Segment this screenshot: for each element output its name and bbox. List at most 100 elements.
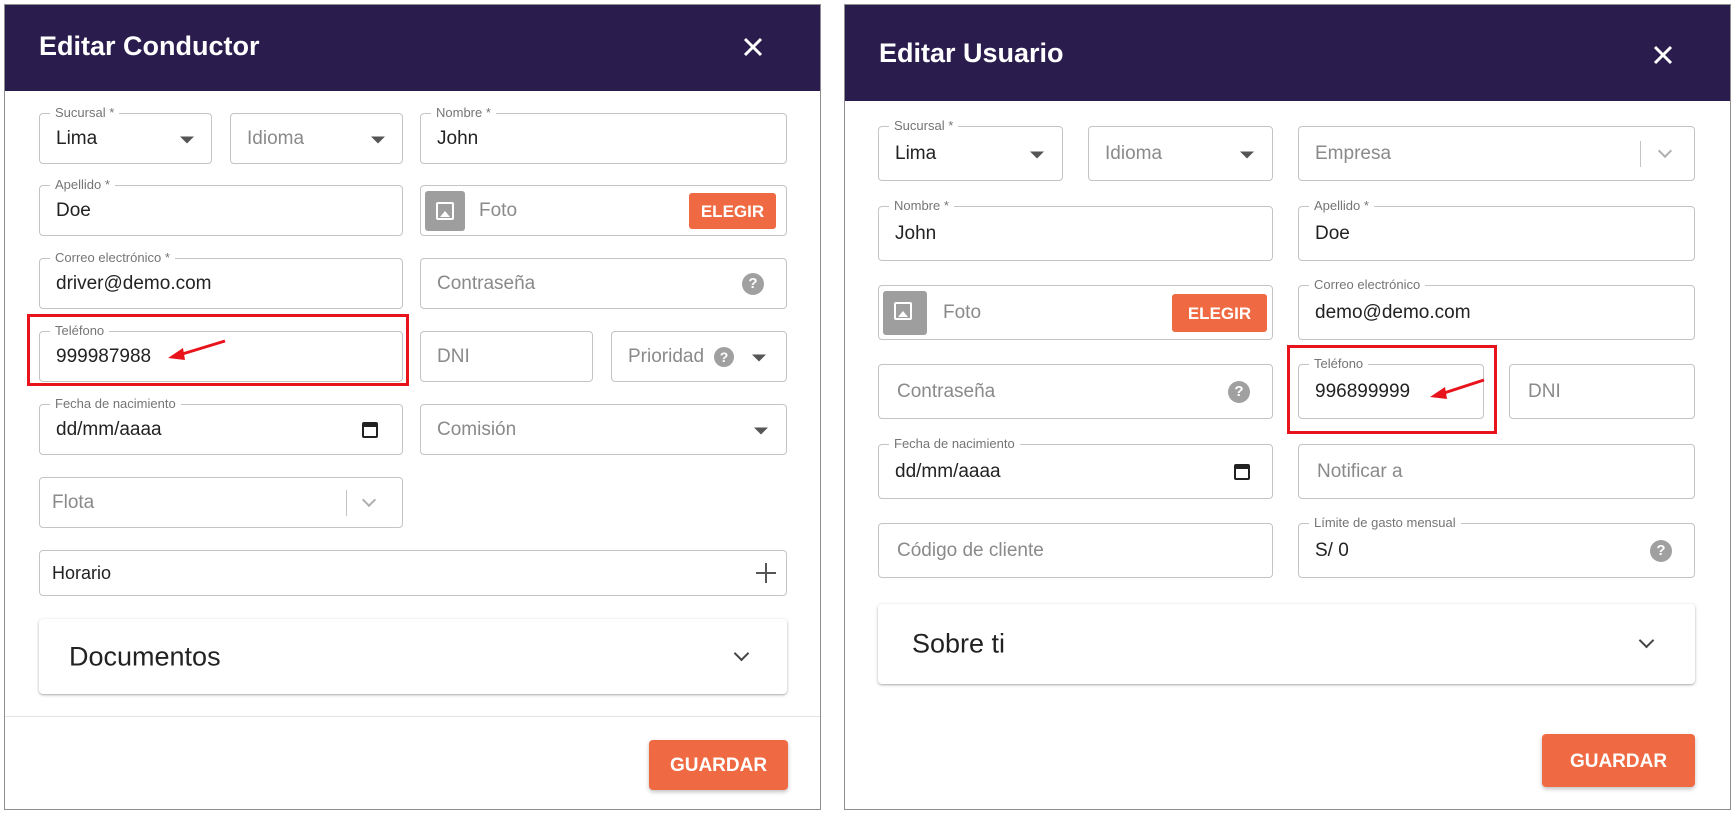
chevron-down-icon: [1657, 143, 1673, 158]
commission-placeholder: Comisión: [437, 418, 517, 440]
birth-date-label: Fecha de nacimiento: [50, 396, 181, 412]
first-name-label: Nombre *: [431, 105, 496, 121]
language-select[interactable]: Idioma: [230, 113, 403, 164]
dialog-title: Editar Conductor: [39, 31, 260, 61]
phone-value: 996899999: [1315, 380, 1411, 402]
last-name-input[interactable]: Apellido * Doe: [1298, 198, 1695, 261]
spending-limit-value: S/ 0: [1315, 539, 1349, 561]
caret-down-icon: [180, 136, 194, 144]
caret-down-icon: [754, 427, 768, 435]
phone-input[interactable]: Teléfono 999987988: [39, 323, 403, 382]
first-name-input[interactable]: Nombre * John: [420, 105, 787, 164]
dni-placeholder: DNI: [437, 345, 470, 367]
email-input[interactable]: Correo electrónico demo@demo.com: [1298, 277, 1695, 340]
birth-date-input[interactable]: Fecha de nacimiento dd/mm/aaaa: [39, 396, 403, 455]
phone-label: Teléfono: [1309, 356, 1369, 372]
about-title: Sobre ti: [912, 628, 1006, 659]
last-name-value: Doe: [56, 199, 91, 221]
choose-photo-button[interactable]: ELEGIR: [1172, 293, 1267, 332]
image-icon: [883, 290, 927, 335]
branch-select[interactable]: Sucursal * Lima: [878, 118, 1063, 181]
about-accordion[interactable]: Sobre ti: [878, 604, 1695, 684]
email-input[interactable]: Correo electrónico * driver@demo.com: [39, 250, 403, 309]
email-value: demo@demo.com: [1315, 301, 1471, 323]
help-icon[interactable]: ?: [1228, 380, 1250, 403]
first-name-label: Nombre *: [889, 198, 954, 214]
last-name-label: Apellido *: [50, 177, 115, 193]
caret-down-icon: [752, 354, 766, 362]
help-icon[interactable]: ?: [742, 272, 764, 295]
dni-input[interactable]: DNI: [1509, 364, 1695, 419]
fleet-select[interactable]: Flota: [39, 477, 403, 528]
password-input[interactable]: Contraseña ?: [878, 364, 1273, 419]
calendar-icon[interactable]: [1234, 463, 1250, 480]
company-placeholder: Empresa: [1315, 142, 1392, 164]
dialog-header: Editar Conductor: [5, 5, 820, 91]
chevron-down-icon[interactable]: [733, 645, 750, 661]
photo-field[interactable]: Foto ELEGIR: [878, 285, 1273, 340]
branch-label: Sucursal *: [889, 118, 959, 134]
first-name-value: John: [895, 222, 937, 244]
client-code-input[interactable]: Código de cliente: [878, 523, 1273, 578]
spending-limit-label: Límite de gasto mensual: [1309, 515, 1461, 531]
email-label: Correo electrónico: [1309, 277, 1426, 293]
first-name-value: John: [437, 127, 479, 149]
company-select[interactable]: Empresa: [1298, 126, 1695, 181]
dni-input[interactable]: DNI: [420, 331, 593, 382]
photo-placeholder: Foto: [943, 301, 982, 323]
documents-accordion[interactable]: Documentos: [39, 619, 787, 694]
password-input[interactable]: Contraseña ?: [420, 258, 787, 309]
branch-label: Sucursal *: [50, 105, 120, 121]
add-icon[interactable]: [756, 563, 776, 583]
first-name-input[interactable]: Nombre * John: [878, 198, 1273, 261]
branch-select[interactable]: Sucursal * Lima: [39, 105, 212, 164]
select-divider: [1640, 140, 1641, 167]
language-placeholder: Idioma: [247, 127, 305, 149]
language-select[interactable]: Idioma: [1088, 126, 1273, 181]
caret-down-icon: [1240, 151, 1254, 159]
help-icon[interactable]: ?: [714, 346, 734, 367]
dialog-title: Editar Usuario: [879, 38, 1064, 68]
branch-value: Lima: [895, 142, 937, 164]
phone-label: Teléfono: [50, 323, 110, 339]
phone-input[interactable]: Teléfono 996899999: [1298, 356, 1484, 419]
email-label: Correo electrónico *: [50, 250, 175, 266]
close-icon[interactable]: [738, 32, 768, 62]
client-code-placeholder: Código de cliente: [897, 539, 1044, 561]
notify-input[interactable]: Notificar a: [1298, 444, 1695, 499]
language-placeholder: Idioma: [1105, 142, 1163, 164]
schedule-row[interactable]: Horario: [39, 550, 787, 596]
fleet-placeholder: Flota: [52, 491, 95, 513]
caret-down-icon: [1030, 151, 1044, 159]
notify-placeholder: Notificar a: [1317, 460, 1403, 482]
priority-placeholder: Prioridad: [628, 345, 705, 367]
branch-value: Lima: [56, 127, 98, 149]
select-divider: [346, 489, 347, 516]
save-button[interactable]: GUARDAR: [649, 740, 788, 790]
last-name-input[interactable]: Apellido * Doe: [39, 177, 403, 236]
dialog-header: Editar Usuario: [845, 5, 1730, 101]
caret-down-icon: [371, 136, 385, 144]
chevron-down-icon[interactable]: [1638, 632, 1655, 649]
chevron-down-icon: [361, 492, 377, 507]
password-placeholder: Contraseña: [897, 380, 996, 402]
birth-date-value: dd/mm/aaaa: [56, 418, 162, 440]
save-button[interactable]: GUARDAR: [1542, 734, 1695, 787]
priority-select[interactable]: Prioridad ?: [611, 331, 787, 382]
photo-field[interactable]: Foto ELEGIR: [420, 185, 787, 236]
choose-photo-button[interactable]: ELEGIR: [689, 192, 776, 229]
close-icon[interactable]: [1648, 40, 1678, 70]
birth-date-value: dd/mm/aaaa: [895, 460, 1001, 482]
help-icon[interactable]: ?: [1650, 539, 1672, 562]
calendar-icon[interactable]: [362, 421, 378, 438]
spending-limit-input[interactable]: Límite de gasto mensual S/ 0 ?: [1298, 515, 1695, 578]
birth-date-input[interactable]: Fecha de nacimiento dd/mm/aaaa: [878, 436, 1273, 499]
password-placeholder: Contraseña: [437, 272, 536, 294]
edit-user-dialog: Editar Usuario Sucursal * Lima Idioma Em…: [844, 4, 1731, 810]
phone-value: 999987988: [56, 345, 152, 367]
documents-title: Documentos: [69, 641, 221, 671]
last-name-value: Doe: [1315, 222, 1350, 244]
image-icon: [425, 190, 465, 231]
dni-placeholder: DNI: [1528, 380, 1561, 402]
commission-select[interactable]: Comisión: [420, 404, 787, 455]
